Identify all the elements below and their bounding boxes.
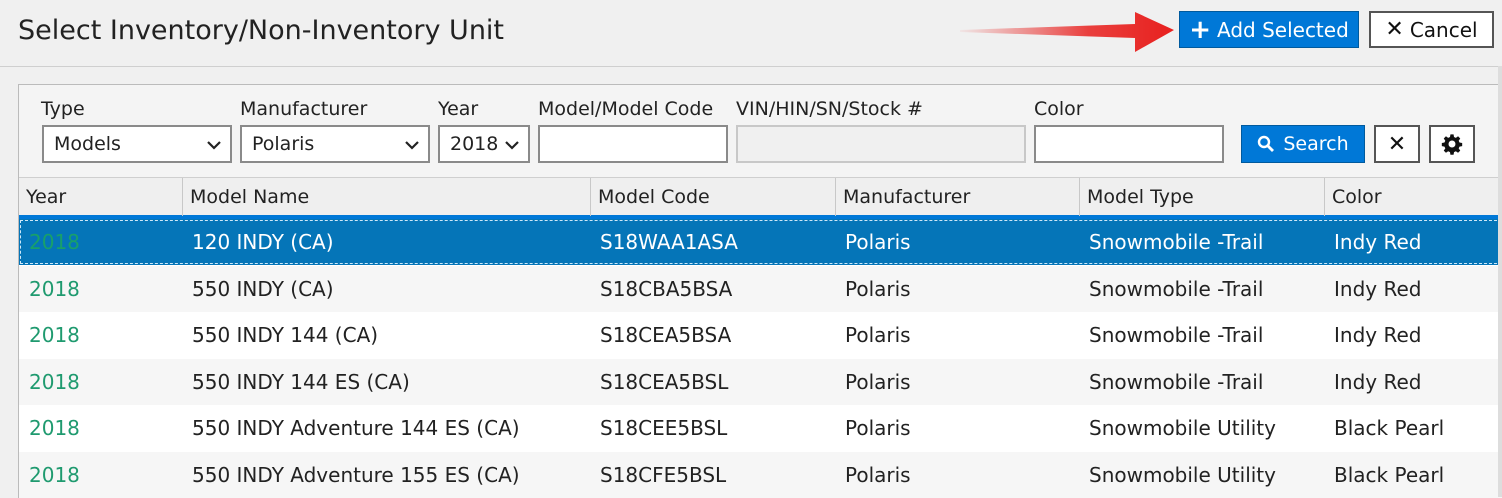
chevron-down-icon (207, 141, 221, 150)
cell-model-type: Snowmobile -Trail (1089, 323, 1264, 347)
column-header-model-type[interactable]: Model Type (1079, 178, 1324, 216)
vin-label: VIN/HIN/SN/Stock # (736, 98, 923, 120)
model-code-input[interactable] (538, 125, 728, 163)
cell-model-code: S18CBA5BSA (600, 276, 733, 301)
dialog-titlebar: Select Inventory/Non-Inventory Unit + Ad… (0, 0, 1502, 67)
dialog-title: Select Inventory/Non-Inventory Unit (18, 15, 505, 46)
add-selected-button[interactable]: + Add Selected (1179, 11, 1359, 48)
plus-icon: + (1189, 14, 1211, 45)
search-label: Search (1283, 133, 1349, 155)
chevron-down-icon (505, 141, 519, 150)
cell-color: Indy Red (1334, 276, 1422, 301)
cell-model-name: 550 INDY 144 (CA) (192, 323, 379, 347)
cell-model-name: 550 INDY 144 ES (CA) (192, 369, 410, 394)
filter-bar: Type Models Manufacturer Polaris Year 20… (19, 85, 1502, 177)
manufacturer-select[interactable]: Polaris (240, 125, 430, 163)
manufacturer-label: Manufacturer (240, 98, 368, 120)
column-header-year[interactable]: Year (19, 178, 182, 216)
cell-manufacturer: Polaris (845, 416, 911, 440)
scrollbar[interactable] (1498, 66, 1502, 497)
year-value: 2018 (450, 133, 499, 155)
type-select[interactable]: Models (42, 125, 232, 163)
type-label: Type (41, 98, 85, 120)
cell-manufacturer: Polaris (845, 462, 911, 487)
results-panel: Type Models Manufacturer Polaris Year 20… (18, 84, 1502, 498)
table-row[interactable]: 2018 550 INDY 144 (CA) S18CEA5BSA Polaris Sn… (19, 312, 1502, 358)
search-button[interactable]: Search (1241, 125, 1365, 163)
settings-button[interactable] (1429, 125, 1475, 163)
cell-model-type: Snowmobile Utility (1089, 462, 1276, 487)
search-icon (1258, 135, 1275, 152)
table-header: Year Model Name Model Code Manufacturer … (19, 177, 1502, 219)
cell-year: 2018 (29, 323, 80, 347)
cell-year: 2018 (29, 462, 80, 487)
close-icon: ✕ (1385, 16, 1404, 42)
type-value: Models (54, 133, 121, 155)
add-selected-label: Add Selected (1217, 17, 1349, 42)
cell-manufacturer: Polaris (845, 323, 911, 347)
column-header-model-name[interactable]: Model Name (182, 178, 590, 216)
gear-icon (1441, 134, 1463, 155)
column-header-manufacturer[interactable]: Manufacturer (835, 178, 1079, 216)
table-row[interactable]: 2018 550 INDY (CA) S18CBA5BSA Polaris Snowmo… (19, 265, 1502, 312)
table-row[interactable]: 2018 550 INDY 144 ES (CA) S18CEA5BSL Polari… (19, 358, 1502, 405)
cell-model-type: Snowmobile -Trail (1089, 276, 1264, 301)
table-row[interactable]: 2018 550 INDY Adventure 155 ES (CA) S18CFE… (19, 451, 1502, 498)
cell-model-name: 550 INDY Adventure 144 ES (CA) (192, 416, 520, 440)
red-arrow-annotation (960, 12, 1174, 52)
cell-color: Black Pearl (1334, 462, 1445, 487)
cell-manufacturer: Polaris (845, 230, 911, 254)
cell-model-code: S18CEA5BSA (600, 323, 732, 347)
column-header-color[interactable]: Color (1324, 178, 1502, 216)
vin-input (736, 125, 1026, 163)
model-code-label: Model/Model Code (538, 98, 714, 120)
cell-color: Black Pearl (1334, 416, 1445, 440)
manufacturer-value: Polaris (252, 133, 315, 155)
cell-model-name: 550 INDY (CA) (192, 276, 334, 301)
cell-model-code: S18CEA5BSL (600, 369, 729, 394)
cell-year: 2018 (29, 416, 80, 440)
cell-year: 2018 (29, 369, 80, 394)
chevron-down-icon (405, 141, 419, 150)
cell-model-code: S18CEE5BSL (600, 416, 728, 440)
clear-filters-button[interactable]: ✕ (1374, 125, 1420, 163)
cell-model-code: S18WAA1ASA (600, 230, 738, 254)
cell-model-type: Snowmobile Utility (1089, 416, 1276, 440)
cancel-label: Cancel (1409, 17, 1478, 42)
table-row[interactable]: 2018 120 INDY (CA) S18WAA1ASA Polaris Snowmo… (19, 219, 1502, 265)
column-header-model-code[interactable]: Model Code (590, 178, 835, 216)
color-label: Color (1034, 98, 1084, 120)
cell-model-type: Snowmobile -Trail (1089, 369, 1264, 394)
cell-manufacturer: Polaris (845, 276, 911, 301)
table-row[interactable]: 2018 550 INDY Adventure 144 ES (CA) S18CEE… (19, 405, 1502, 451)
cell-color: Indy Red (1334, 369, 1422, 394)
cell-color: Indy Red (1334, 230, 1422, 254)
year-select[interactable]: 2018 (438, 125, 530, 163)
cell-color: Indy Red (1334, 323, 1422, 347)
cancel-button[interactable]: ✕ Cancel (1369, 11, 1494, 48)
year-label: Year (438, 98, 479, 120)
cell-model-code: S18CFE5BSL (600, 462, 727, 487)
cell-model-name: 120 INDY (CA) (192, 230, 334, 254)
cell-model-name: 550 INDY Adventure 155 ES (CA) (192, 462, 520, 487)
cell-manufacturer: Polaris (845, 369, 911, 394)
close-icon: ✕ (1387, 131, 1407, 157)
cell-model-type: Snowmobile -Trail (1089, 230, 1264, 254)
cell-year: 2018 (29, 276, 80, 301)
cell-year: 2018 (29, 230, 80, 254)
color-input[interactable] (1034, 125, 1224, 163)
